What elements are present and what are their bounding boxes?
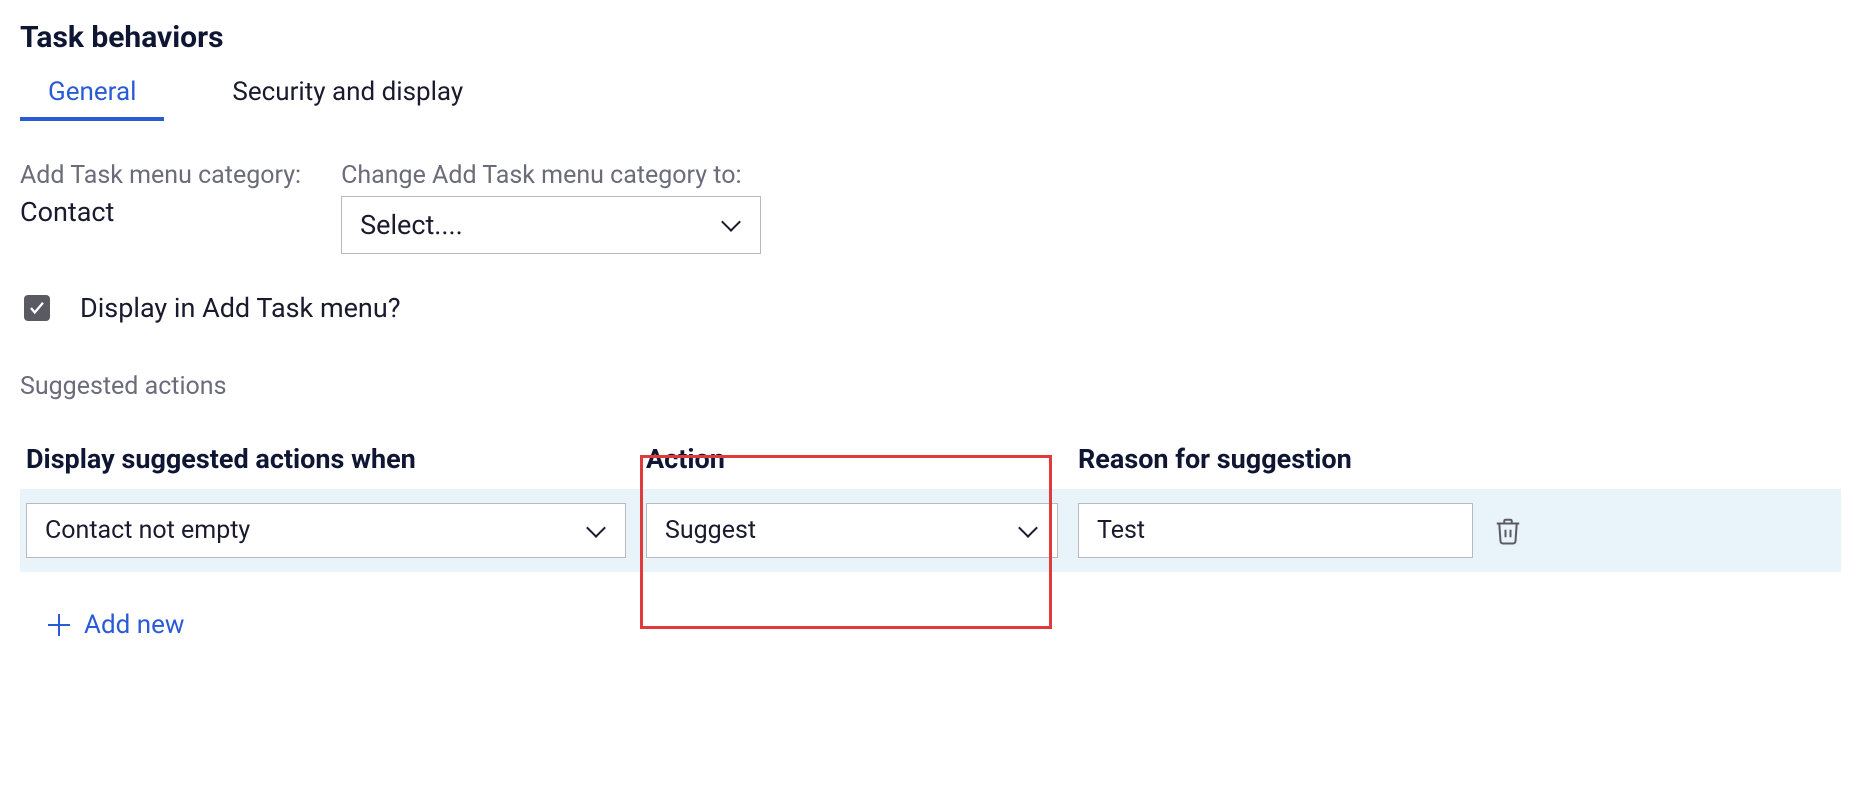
category-row: Add Task menu category: Contact Change A…	[20, 161, 1841, 254]
suggested-actions-table: Display suggested actions when Action Re…	[20, 443, 1841, 572]
display-checkbox[interactable]	[24, 295, 50, 321]
add-new-button[interactable]: Add new	[48, 610, 1841, 640]
chevron-down-icon	[1018, 518, 1038, 538]
display-checkbox-label: Display in Add Task menu?	[80, 292, 401, 324]
change-category-select[interactable]: Select....	[341, 196, 761, 254]
category-value: Contact	[20, 196, 301, 228]
when-select-value: Contact not empty	[45, 516, 250, 545]
chevron-down-icon	[721, 212, 741, 232]
category-label: Add Task menu category:	[20, 161, 301, 190]
header-action: Action	[640, 443, 1052, 475]
reason-input-wrap	[1078, 503, 1473, 558]
header-when: Display suggested actions when	[20, 443, 620, 475]
chevron-down-icon	[586, 518, 606, 538]
change-category-select-value: Select....	[360, 209, 463, 241]
page-title: Task behaviors	[20, 20, 1841, 55]
plus-icon	[48, 614, 70, 636]
tab-security-and-display[interactable]: Security and display	[204, 73, 491, 121]
action-select[interactable]: Suggest	[646, 503, 1058, 558]
trash-icon	[1493, 516, 1523, 546]
display-checkbox-row: Display in Add Task menu?	[20, 292, 1841, 324]
table-header: Display suggested actions when Action Re…	[20, 443, 1841, 475]
tabs-container: General Security and display	[20, 73, 1841, 121]
header-reason: Reason for suggestion	[1072, 443, 1841, 475]
change-category-label: Change Add Task menu category to:	[341, 161, 761, 190]
action-select-value: Suggest	[665, 516, 756, 545]
category-field: Add Task menu category: Contact	[20, 161, 301, 228]
reason-input[interactable]	[1078, 503, 1473, 558]
suggested-actions-label: Suggested actions	[20, 372, 1841, 401]
check-icon	[28, 299, 46, 317]
add-new-label: Add new	[84, 610, 184, 640]
change-category-field: Change Add Task menu category to: Select…	[341, 161, 761, 254]
delete-row-button[interactable]	[1493, 516, 1523, 546]
when-select[interactable]: Contact not empty	[26, 503, 626, 558]
tab-general[interactable]: General	[20, 73, 164, 121]
table-row: Contact not empty Suggest	[20, 489, 1841, 572]
